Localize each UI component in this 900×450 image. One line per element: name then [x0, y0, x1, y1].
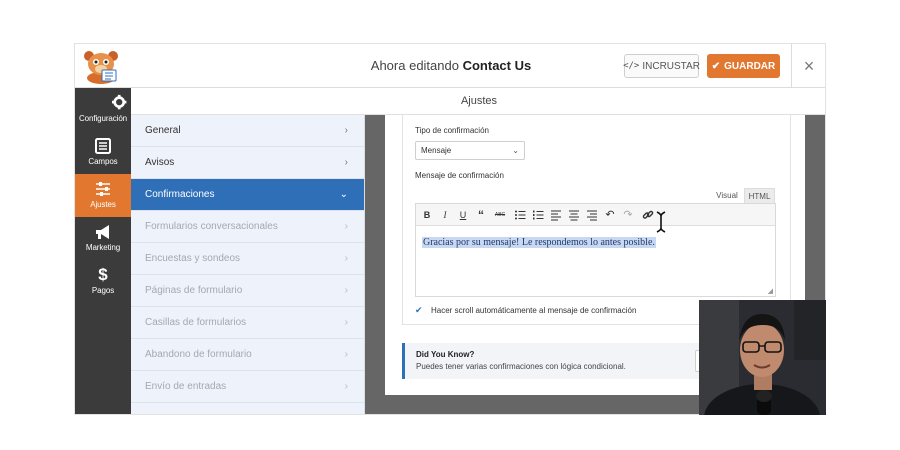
menu-item-label: Abandono de formulario — [145, 349, 252, 360]
confirmation-card: Tipo de confirmación Mensaje ⌄ Mensaje d… — [402, 115, 791, 325]
resize-grip-icon[interactable]: ◢ — [768, 287, 773, 295]
chevron-right-icon: › — [344, 317, 348, 328]
align-right-icon[interactable] — [586, 209, 598, 221]
save-button[interactable]: ✔ GUARDAR — [707, 54, 780, 78]
chevron-right-icon: › — [344, 157, 348, 168]
sidebar-item-label: Pagos — [91, 286, 115, 295]
undo-icon[interactable]: ↶ — [604, 209, 616, 221]
align-left-icon[interactable] — [550, 209, 562, 221]
settings-menu-item-general[interactable]: General › — [131, 115, 364, 147]
checkmark-icon[interactable]: ✔ — [415, 305, 425, 315]
sidebar-item-label: Campos — [88, 157, 118, 166]
topbar-divider — [791, 44, 792, 88]
confirmation-type-select[interactable]: Mensaje ⌄ — [415, 141, 525, 160]
settings-menu-item-envio-entradas[interactable]: Envío de entradas › — [131, 371, 364, 403]
sidebar-item-marketing[interactable]: Marketing — [75, 217, 131, 260]
top-bar: Ahora editando Contact Us </> INCRUSTAR … — [75, 44, 825, 88]
sidebar-item-label: Configuración — [78, 114, 128, 123]
menu-item-label: Avisos — [145, 157, 175, 168]
builder-sidebar: Configuración Campos Ajustes Marketing $… — [75, 88, 131, 414]
form-name: Contact Us — [462, 58, 532, 73]
bold-icon[interactable]: B — [421, 209, 433, 221]
confirmation-message-label: Mensaje de confirmación — [415, 171, 504, 180]
close-icon[interactable]: × — [797, 55, 821, 77]
sliders-icon — [96, 182, 110, 196]
dollar-icon: $ — [98, 265, 108, 284]
blockquote-icon[interactable]: “ — [475, 209, 487, 221]
settings-menu-item-avisos[interactable]: Avisos › — [131, 147, 364, 179]
align-center-icon[interactable] — [568, 209, 580, 221]
menu-item-label: Encuestas y sondeos — [145, 253, 241, 264]
settings-panel-header: Ajustes — [131, 88, 825, 115]
auto-scroll-label: Hacer scroll automáticamente al mensaje … — [431, 306, 637, 315]
embed-button[interactable]: </> INCRUSTAR — [623, 54, 700, 78]
link-icon[interactable] — [642, 209, 654, 221]
chevron-right-icon: › — [344, 285, 348, 296]
sidebar-item-label: Marketing — [85, 243, 121, 252]
menu-item-label: Confirmaciones — [145, 189, 215, 200]
settings-menu-item-formularios-conversacionales[interactable]: Formularios conversacionales › — [131, 211, 364, 243]
chevron-down-icon: ⌄ — [339, 189, 348, 200]
menu-item-label: General — [145, 125, 181, 136]
settings-menu-item-casillas[interactable]: Casillas de formularios › — [131, 307, 364, 339]
menu-item-label: Formularios conversacionales — [145, 221, 278, 232]
gear-icon — [112, 94, 127, 110]
settings-menu-item-paginas[interactable]: Páginas de formulario › — [131, 275, 364, 307]
code-icon: </> — [623, 61, 640, 71]
sidebar-item-ajustes[interactable]: Ajustes — [75, 174, 131, 217]
embed-button-label: INCRUSTAR — [642, 60, 700, 72]
italic-icon[interactable]: I — [439, 209, 451, 221]
chevron-down-icon: ⌄ — [512, 146, 519, 155]
tip-title: Did You Know? — [416, 350, 475, 359]
strikethrough-icon[interactable]: ABC — [493, 209, 507, 221]
chevron-right-icon: › — [344, 253, 348, 264]
megaphone-icon — [96, 225, 109, 239]
numbered-list-icon[interactable] — [532, 209, 544, 221]
checkmark-icon: ✔ — [711, 60, 721, 72]
editor-tab-html[interactable]: HTML — [744, 188, 775, 203]
rich-text-editor[interactable]: B I U “ ABC ↶ ↷ Gracias por su mensaje! … — [415, 203, 776, 297]
confirmation-message-text: Gracias por su mensaje! Le respondemos l… — [422, 237, 656, 248]
page-title: Ahora editando Contact Us — [275, 58, 627, 73]
menu-item-label: Páginas de formulario — [145, 285, 243, 296]
sidebar-item-label: Ajustes — [90, 200, 116, 209]
settings-menu-item-confirmaciones[interactable]: Confirmaciones ⌄ — [131, 179, 364, 211]
chevron-right-icon: › — [344, 349, 348, 360]
text-cursor-icon — [656, 211, 666, 233]
redo-icon[interactable]: ↷ — [622, 209, 634, 221]
select-value: Mensaje — [421, 146, 452, 155]
chevron-right-icon: › — [344, 125, 348, 136]
wpforms-bear-logo — [84, 51, 118, 84]
menu-item-label: Casillas de formularios — [145, 317, 247, 328]
editor-tab-visual[interactable]: Visual — [710, 188, 744, 203]
sidebar-item-campos[interactable]: Campos — [75, 131, 131, 174]
webcam-video-overlay — [699, 300, 826, 415]
title-prefix: Ahora editando — [370, 58, 459, 73]
bullet-list-icon[interactable] — [514, 209, 526, 221]
settings-menu: General › Avisos › Confirmaciones ⌄ Form… — [131, 115, 365, 414]
tip-text: Puedes tener varias confirmaciones con l… — [416, 362, 626, 371]
save-button-label: GUARDAR — [724, 60, 776, 72]
confirmation-type-label: Tipo de confirmación — [415, 126, 489, 135]
menu-item-label: Envío de entradas — [145, 381, 227, 392]
chevron-right-icon: › — [344, 221, 348, 232]
underline-icon[interactable]: U — [457, 209, 469, 221]
chevron-right-icon: › — [344, 381, 348, 392]
sidebar-item-configuracion[interactable]: Configuración — [75, 88, 131, 131]
settings-menu-item-encuestas[interactable]: Encuestas y sondeos › — [131, 243, 364, 275]
editor-toolbar: B I U “ ABC ↶ ↷ — [416, 204, 775, 226]
settings-menu-item-abandono[interactable]: Abandono de formulario › — [131, 339, 364, 371]
form-fields-icon — [95, 138, 111, 154]
sidebar-item-pagos[interactable]: $ Pagos — [75, 260, 131, 303]
